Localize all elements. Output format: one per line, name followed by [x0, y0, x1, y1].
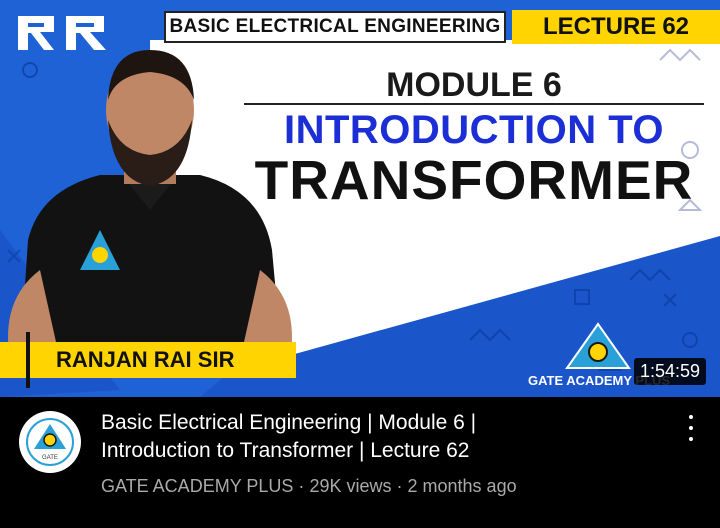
meta-separator: · — [396, 476, 403, 496]
view-count: 29K views — [309, 476, 392, 496]
meta-separator: · — [298, 476, 305, 496]
channel-avatar[interactable]: GATE — [19, 411, 81, 473]
presenter-name-bar: RANJAN RAI SIR — [0, 332, 296, 388]
video-meta: GATE Basic Electrical Engineering | Modu… — [0, 397, 720, 528]
video-title-line-2: Introduction to Transformer | Lecture 62 — [101, 439, 470, 462]
channel-name[interactable]: GATE ACADEMY PLUS — [101, 476, 293, 496]
upload-age: 2 months ago — [407, 476, 517, 496]
video-thumbnail[interactable]: BASIC ELECTRICAL ENGINEERING LECTURE 62 … — [0, 0, 720, 397]
gate-avatar-icon: GATE — [20, 412, 80, 472]
video-title[interactable]: Basic Electrical Engineering | Module 6 … — [101, 409, 661, 465]
rr-logo — [18, 16, 106, 50]
avatar-label: GATE — [42, 455, 58, 461]
lecture-label: LECTURE — [542, 13, 657, 40]
lecture-badge: LECTURE 62 — [512, 10, 720, 44]
name-bar-accent — [26, 332, 30, 388]
heading-line-1: INTRODUCTION TO — [283, 108, 665, 152]
module-title: MODULE 6 — [386, 66, 562, 104]
video-duration: 1:54:59 — [633, 358, 706, 385]
subject-label: BASIC ELECTRICAL ENGINEERING — [164, 11, 506, 43]
heading-line-2: TRANSFORMER — [254, 149, 694, 211]
video-title-line-1: Basic Electrical Engineering | Module 6 … — [101, 411, 477, 434]
gate-logo-icon — [565, 322, 631, 369]
presenter-name: RANJAN RAI SIR — [56, 347, 235, 372]
lecture-number: 62 — [662, 13, 690, 40]
more-vert-icon[interactable] — [680, 415, 702, 441]
video-subline: GATE ACADEMY PLUS · 29K views · 2 months… — [101, 476, 517, 497]
title-divider — [244, 103, 704, 105]
